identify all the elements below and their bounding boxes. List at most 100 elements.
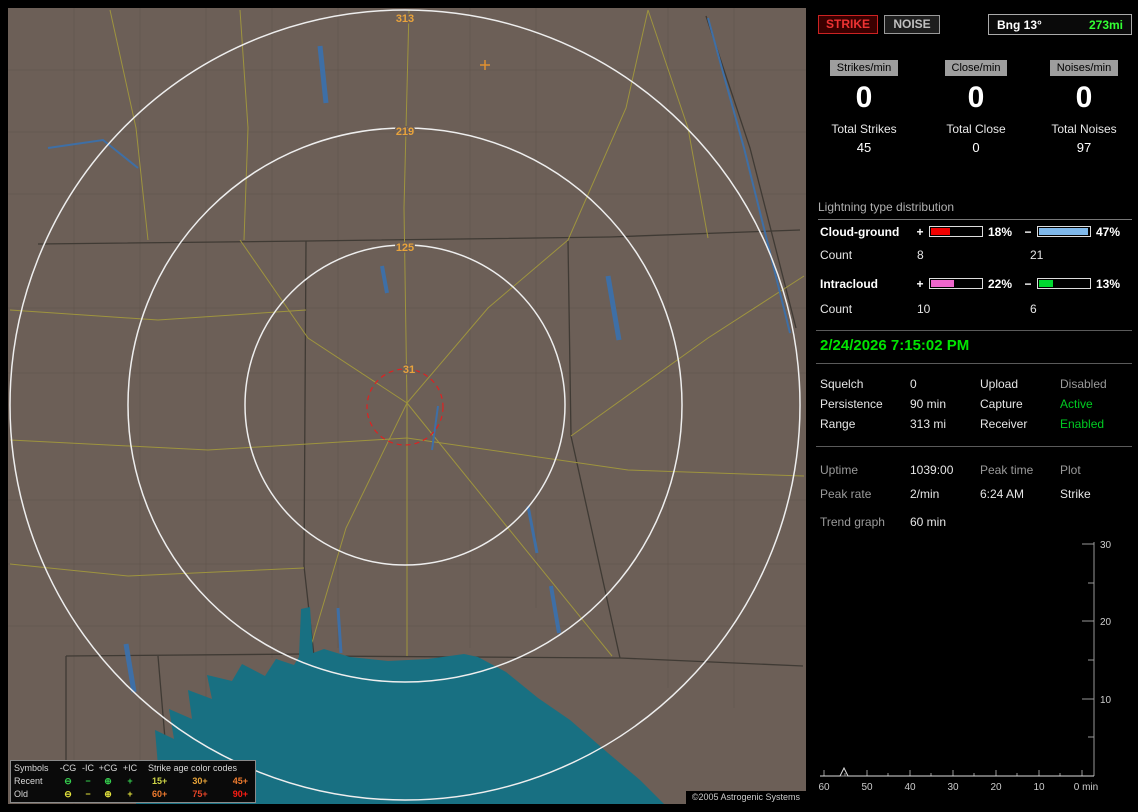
x-tick-50: 50 [861, 782, 873, 793]
cg-plus-count: 8 [917, 248, 924, 262]
cloud-ground-row: Cloud-ground + 18% − 47% [820, 224, 1132, 239]
squelch-value: 0 [910, 377, 917, 391]
app-window: 313 219 125 31 Symbols -CG -IC +CG +IC S… [0, 0, 1138, 812]
squelch-label: Squelch [820, 377, 864, 391]
legend-age-header: Strike age color codes [148, 763, 238, 773]
distribution-title: Lightning type distribution [818, 200, 1132, 220]
divider [816, 446, 1132, 447]
total-strikes-label: Total Strikes [831, 122, 897, 136]
divider [816, 363, 1132, 364]
capture-label: Capture [980, 397, 1023, 411]
range-label-219: 219 [396, 126, 414, 138]
upload-label: Upload [980, 377, 1019, 391]
age-code-60: 60+ [152, 789, 168, 799]
legend-col-neg-ic: -IC [82, 763, 94, 773]
upload-status: Disabled [1060, 377, 1107, 391]
current-datetime: 2/24/2026 7:15:02 PM [820, 337, 970, 354]
squelch-row: Squelch 0 Upload Disabled [820, 374, 1132, 394]
x-tick-0: 0 min [1074, 782, 1098, 793]
close-rate-column: Close/min 0 Total Close 0 [924, 60, 1028, 155]
trend-graph: 30 20 10 60 50 40 30 20 10 0 min [818, 540, 1111, 793]
age-code-30: 30+ [192, 776, 208, 786]
bearing-value: Bng 13° [997, 17, 1042, 32]
graph-axes [820, 542, 1095, 777]
count-label: Count [820, 248, 853, 262]
legend-col-pos-ic: +IC [122, 763, 138, 773]
y-tick-10: 10 [1100, 695, 1112, 706]
radar-map[interactable]: 313 219 125 31 Symbols -CG -IC +CG +IC S… [8, 8, 806, 804]
range-row: Range 313 mi Receiver Enabled [820, 414, 1132, 434]
receiver-status: Enabled [1060, 417, 1105, 431]
age-code-15: 15+ [152, 776, 168, 786]
ic-minus-bar-fill [1039, 280, 1053, 287]
minus-sign: − [1024, 276, 1032, 291]
persistence-row: Persistence 90 min Capture Active [820, 394, 1132, 414]
peak-rate-row: Peak rate 2/min 6:24 AM Strike [820, 484, 1132, 504]
cg-plus-bar [929, 226, 983, 237]
neg-cg-recent-icon: ⊖ [64, 776, 72, 786]
intracloud-count-row: Count 10 6 [820, 302, 1132, 317]
cg-plus-bar-fill [931, 228, 950, 235]
range-label-125: 125 [396, 242, 414, 254]
ic-plus-bar-fill [931, 280, 954, 287]
uptime-value: 1039:00 [910, 463, 954, 477]
minus-sign: − [1024, 224, 1032, 239]
legend-recent-label: Recent [14, 776, 43, 786]
cg-minus-pct: 47% [1096, 224, 1121, 239]
cg-minus-bar [1037, 226, 1091, 237]
copyright-notice: ©2005 Astrogenic Systems [685, 791, 806, 804]
strike-mode-button[interactable]: STRIKE [818, 15, 878, 34]
total-close-label: Total Close [946, 122, 1006, 136]
y-tick-20: 20 [1100, 617, 1112, 628]
total-noises-value: 97 [1076, 140, 1092, 155]
divider [816, 330, 1132, 331]
neg-ic-recent-icon: − [85, 776, 91, 786]
range-label-31: 31 [403, 364, 415, 376]
peak-rate-label: Peak rate [820, 487, 872, 501]
trend-graph-label: Trend graph [820, 515, 885, 529]
distance-value: 273mi [1088, 17, 1123, 32]
legend-header-row: Symbols -CG -IC +CG +IC Strike age color… [14, 762, 252, 775]
x-tick-20: 20 [990, 782, 1002, 793]
legend-col-pos-cg: +CG [98, 763, 118, 773]
pos-ic-recent-icon: + [127, 776, 133, 786]
legend-symbols-header: Symbols [14, 763, 49, 773]
pos-ic-old-icon: + [127, 789, 133, 799]
receiver-label: Receiver [980, 417, 1028, 431]
graph-tick-labels: 30 20 10 60 50 40 30 20 10 0 min [818, 540, 1111, 793]
uptime-label: Uptime [820, 463, 859, 477]
noises-rate-column: Noises/min 0 Total Noises 97 [1032, 60, 1136, 155]
plus-sign: + [916, 224, 924, 239]
total-strikes-value: 45 [856, 140, 872, 155]
ic-plus-pct: 22% [988, 276, 1013, 291]
persistence-label: Persistence [820, 397, 883, 411]
uptime-row: Uptime 1039:00 Peak time Plot [820, 460, 1132, 480]
trend-graph-value: 60 min [910, 515, 947, 529]
trend-graph-row: Trend graph 60 min [820, 512, 1132, 532]
cloud-ground-label: Cloud-ground [820, 224, 900, 239]
age-code-75: 75+ [192, 789, 208, 799]
close-per-min-badge: Close/min [944, 60, 1008, 76]
pos-cg-old-icon: ⊕ [104, 789, 112, 799]
neg-cg-old-icon: ⊖ [64, 789, 72, 799]
legend-old-label: Old [14, 789, 29, 799]
x-tick-60: 60 [818, 782, 830, 793]
y-tick-30: 30 [1100, 540, 1112, 551]
noises-per-min-badge: Noises/min [1049, 60, 1119, 76]
range-label-313: 313 [396, 13, 414, 25]
ic-minus-bar [1037, 278, 1091, 289]
noise-mode-button[interactable]: NOISE [884, 15, 940, 34]
legend-old-row: Old ⊖ − ⊕ + 60+ 75+ 90+ [14, 788, 252, 801]
strikes-per-min-value: 0 [855, 81, 873, 114]
legend-recent-ages: 15+ 30+ 45+ [142, 775, 252, 788]
status-panel: STRIKE NOISE Bng 13° 273mi Strikes/min 0… [812, 0, 1138, 812]
intracloud-label: Intracloud [820, 276, 879, 291]
peak-time-value: 6:24 AM [980, 487, 1025, 501]
ic-minus-count: 6 [1030, 302, 1037, 316]
cg-minus-count: 21 [1030, 248, 1044, 262]
noises-per-min-value: 0 [1075, 81, 1093, 114]
legend-col-neg-cg: -CG [59, 763, 77, 773]
trend-line [820, 766, 1094, 777]
pos-cg-recent-icon: ⊕ [104, 776, 112, 786]
capture-status: Active [1060, 397, 1093, 411]
